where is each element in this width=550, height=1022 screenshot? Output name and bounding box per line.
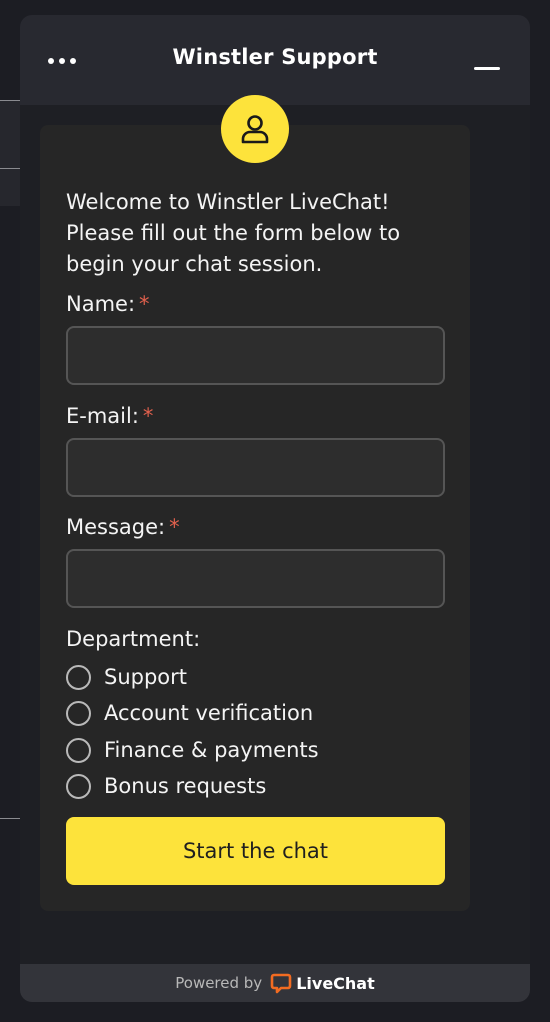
department-option-label: Bonus requests (104, 774, 267, 798)
start-chat-button[interactable]: Start the chat (66, 817, 445, 885)
department-option-label: Support (104, 665, 188, 689)
widget-title: Winstler Support (172, 45, 378, 69)
powered-by-label: Powered by (175, 974, 263, 992)
department-label: Department: (66, 627, 201, 651)
background-panel (0, 100, 22, 206)
widget-header: Winstler Support (20, 15, 530, 105)
livechat-brand-link[interactable]: LiveChat (270, 972, 375, 994)
radio-button[interactable] (66, 773, 91, 799)
message-label: Message: * (66, 515, 180, 539)
required-marker: * (139, 292, 150, 316)
message-label-text: Message: (66, 515, 166, 539)
department-option-support[interactable]: Support (66, 663, 187, 691)
department-option-finance-payments[interactable]: Finance & payments (66, 736, 319, 764)
email-label-text: E-mail: (66, 404, 139, 428)
name-label: Name: * (66, 292, 150, 316)
department-option-label: Account verification (104, 701, 314, 725)
livechat-brand-label: LiveChat (296, 973, 375, 993)
required-marker: * (142, 404, 154, 428)
message-field[interactable] (66, 549, 445, 608)
agent-avatar (221, 95, 289, 163)
background-divider (0, 100, 22, 101)
department-option-account-verification[interactable]: Account verification (66, 699, 313, 727)
minimize-icon (474, 67, 500, 70)
department-option-label: Finance & payments (104, 738, 319, 762)
email-label: E-mail: * (66, 404, 153, 428)
welcome-message: Welcome to Winstler LiveChat! Please fil… (66, 190, 401, 276)
name-label-text: Name: (66, 292, 136, 316)
radio-button[interactable] (66, 700, 91, 726)
email-field[interactable] (66, 438, 445, 497)
department-option-bonus-requests[interactable]: Bonus requests (66, 772, 266, 800)
required-marker: * (169, 515, 180, 539)
background-divider (0, 168, 22, 169)
name-field[interactable] (66, 326, 445, 385)
background-divider (0, 818, 22, 819)
user-icon (241, 115, 269, 144)
radio-button[interactable] (66, 664, 91, 690)
radio-button[interactable] (66, 737, 91, 763)
livechat-logo-icon (270, 973, 292, 994)
widget-footer: Powered by LiveChat (20, 964, 530, 1002)
minimize-button[interactable] (466, 55, 502, 79)
